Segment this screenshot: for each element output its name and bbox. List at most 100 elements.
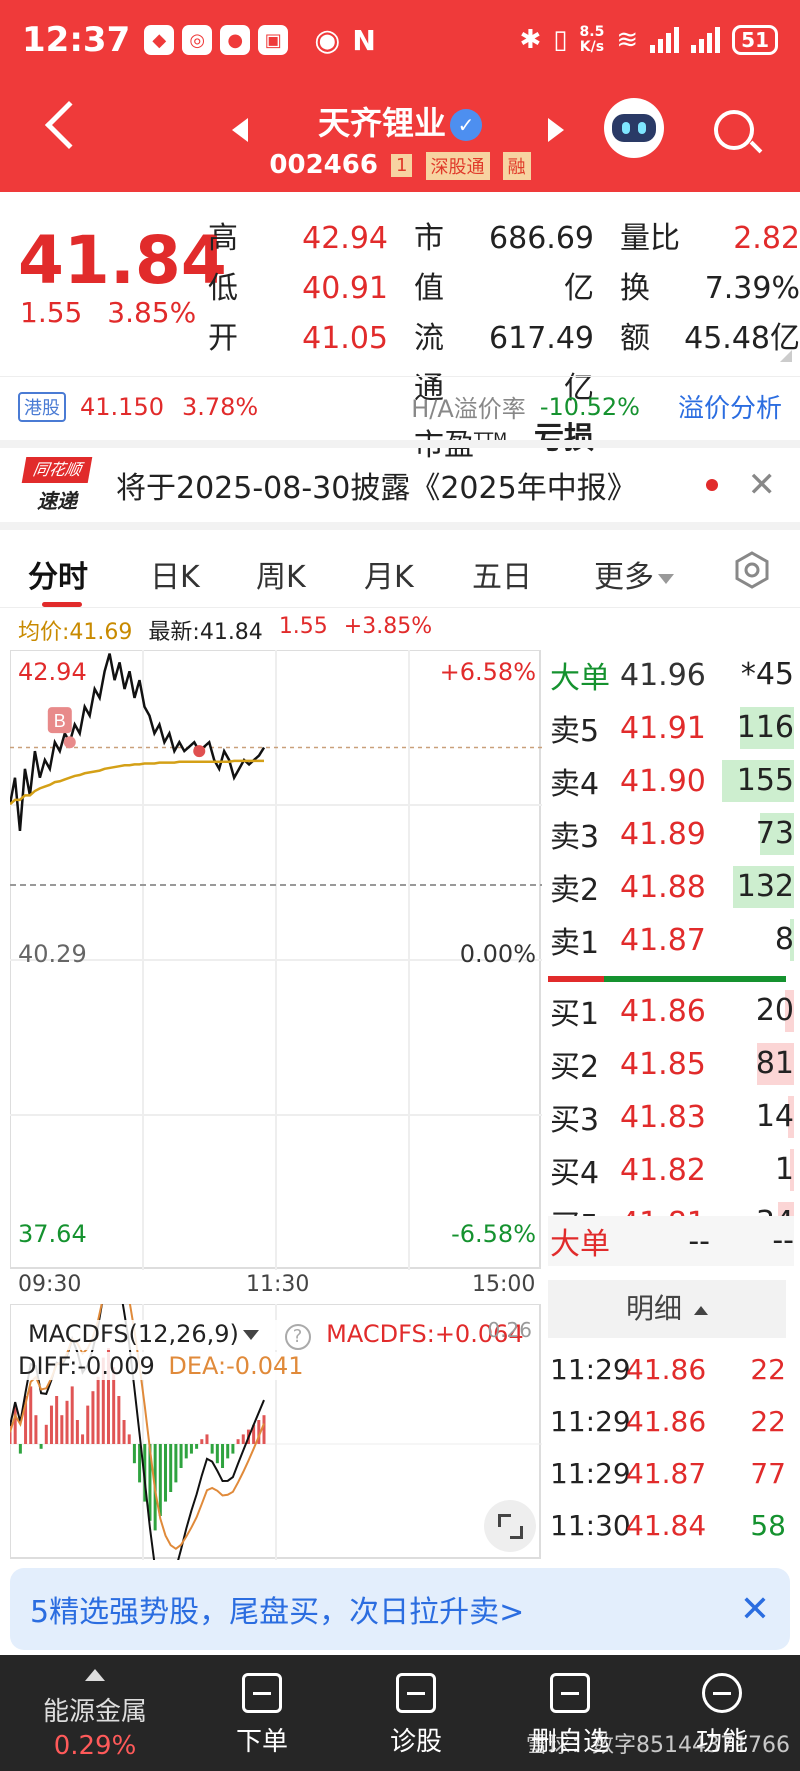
big-order-vol: *45 bbox=[740, 657, 794, 692]
trade-time: 11:30 bbox=[550, 1508, 631, 1542]
macd-bar bbox=[132, 1444, 136, 1464]
ha-premium-label: H/A溢价率 bbox=[411, 395, 526, 423]
macd-bar bbox=[200, 1439, 204, 1444]
bluetooth-icon: ✱ bbox=[519, 25, 542, 55]
x-tick-noon: 11:30 bbox=[246, 1272, 310, 1297]
intraday-chart[interactable]: B 42.94 40.29 37.64 +6.58% 0.00% -6.58% … bbox=[10, 650, 542, 1297]
macd-bar bbox=[91, 1391, 95, 1444]
big-order-row-2: 大单 -- -- bbox=[548, 1216, 794, 1266]
ask-volume: 155 bbox=[722, 760, 794, 802]
big-order-price: 41.96 bbox=[620, 657, 706, 693]
macd-bar bbox=[184, 1444, 188, 1459]
settings-gear-icon[interactable] bbox=[732, 550, 772, 590]
ask-row: 卖2 41.88 132 bbox=[548, 862, 794, 912]
assistant-robot-icon[interactable] bbox=[604, 98, 664, 158]
ask-row: 卖1 41.87 8 bbox=[548, 915, 794, 965]
stock-title: 天齐锂业 ✓ bbox=[0, 98, 800, 144]
promo-text[interactable]: 5精选强势股，尾盘买，次日拉升卖> bbox=[30, 1587, 524, 1631]
macd-bar bbox=[231, 1444, 235, 1454]
macd-bar bbox=[158, 1444, 162, 1516]
fullscreen-icon[interactable] bbox=[484, 1500, 536, 1552]
bid-volume: 1 bbox=[730, 1149, 794, 1191]
macd-bar bbox=[18, 1444, 22, 1454]
label-vol-ratio: 量比 bbox=[620, 221, 680, 256]
macd-bar bbox=[174, 1444, 178, 1483]
macd-bar bbox=[241, 1434, 245, 1444]
sector-name: 能源金属 bbox=[42, 1697, 147, 1727]
ask-label: 卖4 bbox=[550, 767, 600, 802]
hk-tag: 港股 bbox=[18, 391, 66, 422]
bid-label: 买2 bbox=[550, 1050, 600, 1085]
order-button[interactable]: 下单 bbox=[192, 1655, 332, 1771]
hshare-row[interactable]: 港股 41.150 3.78% H/A溢价率 -10.52% 溢价分析 bbox=[0, 376, 800, 436]
big-order-label: 大单 bbox=[550, 661, 610, 696]
expand-up-icon bbox=[85, 1669, 105, 1681]
chart-info-line: 均价:41.69 最新:41.84 1.55 +3.85% bbox=[18, 614, 432, 646]
trade-volume: 77 bbox=[750, 1456, 786, 1490]
next-stock-icon[interactable] bbox=[548, 118, 564, 142]
buy-marker-label: B bbox=[54, 711, 66, 731]
help-icon[interactable]: ? bbox=[284, 1324, 311, 1350]
trade-row: 11:29 41.87 77 bbox=[550, 1448, 786, 1498]
hk-pct: 3.78% bbox=[181, 392, 259, 421]
order-label: 下单 bbox=[235, 1727, 288, 1757]
chevron-down-icon bbox=[658, 573, 674, 584]
promo-banner[interactable]: 5精选强势股，尾盘买，次日拉升卖> ✕ bbox=[10, 1568, 790, 1650]
trade-detail[interactable]: 明细 11:29 41.86 22 11:29 41.86 22 11:29 41.… bbox=[548, 1280, 794, 1560]
label-amount: 额 bbox=[620, 321, 650, 356]
quote-panel: 41.84 1.55 3.85% 高 42.94 低 40.91 开 41.05 市值… bbox=[0, 192, 800, 463]
ask-volume: 8 bbox=[730, 919, 794, 961]
tab-monthly-k[interactable]: 月K bbox=[364, 552, 414, 596]
macd-bar bbox=[127, 1434, 131, 1444]
y-tick-low: 37.64 bbox=[18, 1220, 87, 1248]
detail-header[interactable]: 明细 bbox=[548, 1280, 786, 1338]
stock-code-line: 002466 1 深股通 融 bbox=[0, 150, 800, 180]
nav-bar: 天齐锂业 ✓ 002466 1 深股通 融 bbox=[0, 80, 800, 192]
trade-row: 11:29 41.86 22 bbox=[550, 1344, 786, 1394]
bid-volume: 81 bbox=[730, 1043, 794, 1085]
macd-panel[interactable]: MACDFS(12,26,9) ? MACDFS:+0.064 DIFF:-0.… bbox=[10, 1304, 542, 1560]
sector-info[interactable]: 能源金属 0.29% bbox=[30, 1655, 160, 1771]
bid-label: 买4 bbox=[550, 1156, 600, 1191]
macd-axis-label: 0.26 bbox=[487, 1318, 532, 1342]
bottom-nav: 能源金属 0.29% 下单 诊股 删自选 功能 雪球：数字85144371766 bbox=[0, 1655, 800, 1771]
bid-price: 41.86 bbox=[620, 993, 706, 1029]
macd-bar bbox=[164, 1444, 168, 1502]
tab-intraday[interactable]: 分时 bbox=[28, 552, 88, 607]
tab-more[interactable]: 更多 bbox=[594, 552, 674, 596]
big-order-price-2: -- bbox=[688, 1223, 710, 1259]
search-icon[interactable] bbox=[714, 110, 754, 150]
expand-corner-icon[interactable] bbox=[780, 350, 792, 362]
close-icon[interactable]: ✕ bbox=[740, 1589, 770, 1630]
label-mktcap: 市值 bbox=[414, 221, 444, 306]
notice-bar[interactable]: 同花顺 速递 将于2025-08-30披露《2025年中报》 ✕ bbox=[0, 440, 800, 530]
macd-title[interactable]: MACDFS(12,26,9) ? MACDFS:+0.064 bbox=[28, 1320, 524, 1350]
net-speed: 8.5 K/s bbox=[579, 24, 605, 55]
chart-tabs: 分时 日K 周K 月K 五日 更多 bbox=[0, 534, 800, 608]
label-turnover: 换 bbox=[620, 271, 650, 306]
premium-analysis-link[interactable]: 溢价分析 bbox=[678, 388, 782, 425]
ask-volume: 116 bbox=[730, 707, 794, 749]
bid-row: 买3 41.83 14 bbox=[548, 1092, 794, 1142]
macd-bar bbox=[179, 1444, 183, 1468]
y-tick-mid: 40.29 bbox=[18, 940, 87, 968]
macd-bar bbox=[65, 1400, 69, 1444]
trade-price: 41.87 bbox=[626, 1456, 707, 1490]
tag-connect: 深股通 bbox=[425, 151, 490, 180]
close-icon[interactable]: ✕ bbox=[748, 465, 777, 505]
signal-icon bbox=[691, 27, 721, 53]
tag-margin: 融 bbox=[502, 151, 531, 180]
diagnose-label: 诊股 bbox=[389, 1727, 442, 1757]
notice-text: 将于2025-08-30披露《2025年中报》 bbox=[116, 471, 637, 506]
macd-bar bbox=[44, 1424, 48, 1444]
trade-point-dot bbox=[63, 736, 76, 749]
price-change: 1.55 3.85% bbox=[20, 296, 212, 329]
tab-daily-k[interactable]: 日K bbox=[150, 552, 200, 596]
unread-dot-icon bbox=[705, 479, 718, 491]
tab-weekly-k[interactable]: 周K bbox=[256, 552, 306, 596]
macd-bar bbox=[117, 1396, 121, 1444]
big-order-row: 大单 41.96 *45 bbox=[548, 650, 794, 700]
tab-five-day[interactable]: 五日 bbox=[472, 552, 532, 596]
diagnose-button[interactable]: 诊股 bbox=[346, 1655, 486, 1771]
macd-bar bbox=[34, 1415, 38, 1444]
